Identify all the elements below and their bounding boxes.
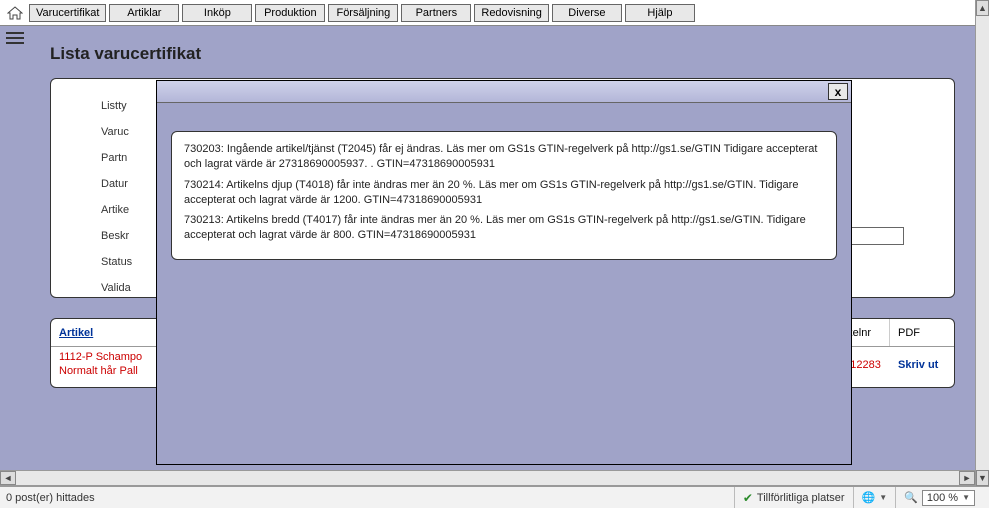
scroll-up-icon[interactable]: ▲	[976, 0, 989, 16]
home-icon[interactable]	[4, 4, 26, 22]
error-dialog: x 730203: Ingående artikel/tjänst (T2045…	[156, 80, 852, 465]
label-listtyp: Listty	[101, 100, 127, 112]
page-title: Lista varucertifikat	[30, 26, 975, 78]
label-artike: Artike	[101, 204, 129, 216]
error-message: 730203: Ingående artikel/tjänst (T2045) …	[184, 142, 824, 172]
col-pdf: PDF	[890, 319, 954, 346]
col-artikel[interactable]: Artikel	[51, 319, 161, 346]
dialog-body: 730203: Ingående artikel/tjänst (T2045) …	[171, 131, 837, 260]
menu-diverse[interactable]: Diverse	[552, 4, 622, 22]
menu-redovisning[interactable]: Redovisning	[474, 4, 549, 22]
dialog-close-button[interactable]: x	[828, 83, 848, 100]
scroll-track[interactable]	[16, 471, 959, 485]
left-gutter	[0, 26, 30, 470]
chevron-down-icon: ▼	[962, 493, 970, 502]
menu-produktion[interactable]: Produktion	[255, 4, 325, 22]
menu-forsaljning[interactable]: Försäljning	[328, 4, 398, 22]
scroll-left-icon[interactable]: ◄	[0, 471, 16, 485]
menu-hjalp[interactable]: Hjälp	[625, 4, 695, 22]
horizontal-scrollbar[interactable]: ◄ ►	[0, 470, 975, 486]
globe-icon: 🌐	[862, 491, 876, 504]
scroll-right-icon[interactable]: ►	[959, 471, 975, 485]
menu-inkop[interactable]: Inköp	[182, 4, 252, 22]
menu-bar: Varucertifikat Artiklar Inköp Produktion…	[0, 0, 975, 26]
label-datum: Datur	[101, 178, 128, 190]
error-message: 730214: Artikelns djup (T4018) får inte …	[184, 178, 824, 208]
zoom-value: 100 %	[927, 492, 958, 504]
label-valida: Valida	[101, 282, 131, 294]
status-bar: 0 post(er) hittades ✔ Tillförlitliga pla…	[0, 486, 989, 508]
error-message: 730213: Artikelns bredd (T4017) får inte…	[184, 213, 824, 243]
label-varuc: Varuc	[101, 126, 129, 138]
label-partn: Partn	[101, 152, 127, 164]
hamburger-icon[interactable]	[6, 32, 24, 44]
cell-pdf[interactable]: Skriv ut	[890, 359, 954, 371]
status-trusted: ✔ Tillförlitliga platser	[734, 487, 853, 508]
status-zoom[interactable]: 🔍 100 % ▼	[895, 487, 983, 508]
status-security[interactable]: 🌐 ▼	[853, 487, 896, 508]
dialog-titlebar: x	[157, 81, 851, 103]
status-trusted-label: Tillförlitliga platser	[757, 492, 845, 504]
zoom-icon: 🔍	[904, 491, 918, 504]
check-icon: ✔	[743, 491, 753, 505]
menu-varucertifikat[interactable]: Varucertifikat	[29, 4, 106, 22]
label-status: Status	[101, 256, 132, 268]
chevron-down-icon: ▼	[879, 493, 887, 502]
cell-artikel[interactable]: 1112-P Schampo Normalt hår Pall	[51, 351, 161, 379]
menu-artiklar[interactable]: Artiklar	[109, 4, 179, 22]
scroll-down-icon[interactable]: ▼	[976, 470, 989, 486]
scroll-track[interactable]	[976, 16, 989, 470]
menu-partners[interactable]: Partners	[401, 4, 471, 22]
vertical-scrollbar[interactable]: ▲ ▼	[975, 0, 989, 486]
status-found: 0 post(er) hittades	[6, 492, 95, 504]
label-beskr: Beskr	[101, 230, 129, 242]
